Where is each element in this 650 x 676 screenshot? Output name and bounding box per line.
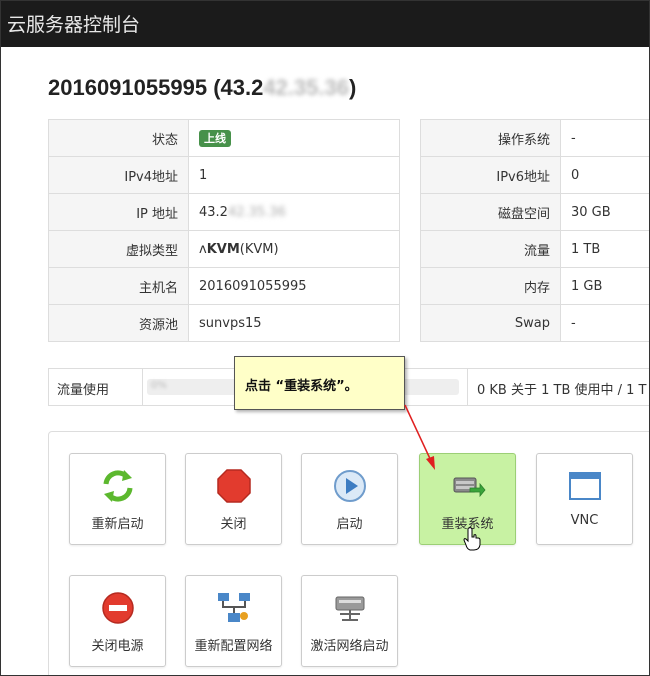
- info-value: sunvps15: [188, 304, 400, 342]
- info-key: 虚拟类型: [48, 230, 189, 268]
- console-title[interactable]: 云服务器控制台: [7, 10, 140, 37]
- info-key: 状态: [48, 119, 189, 157]
- page-title: 2016091055995 (43.242.35.36): [48, 75, 356, 101]
- reconfigure-network-button[interactable]: 重新配置网络: [185, 575, 282, 667]
- traffic-label: 流量使用: [57, 383, 110, 398]
- divider: [142, 369, 143, 405]
- activate-network-boot-button[interactable]: 激活网络启动: [301, 575, 398, 667]
- ip-value-redacted: 42.35.36: [227, 204, 286, 220]
- reinstall-icon: [453, 477, 486, 498]
- window-icon: [569, 472, 601, 500]
- info-key: 流量: [420, 230, 561, 268]
- ip-suffix: ): [348, 75, 357, 100]
- info-value: 1 GB: [560, 267, 649, 305]
- virt-prefix: ʌ: [199, 241, 207, 257]
- power-off-icon: [102, 592, 134, 624]
- info-row-os: 操作系统 -: [420, 119, 650, 157]
- action-label: 关闭: [220, 517, 247, 532]
- info-key: IP 地址: [48, 193, 189, 231]
- traffic-progress-text: 0%: [151, 380, 167, 391]
- action-label: 激活网络启动: [310, 639, 389, 654]
- info-row-ipv4: IPv4地址 1: [48, 156, 400, 194]
- info-value: -: [571, 130, 576, 146]
- info-value: 1: [188, 156, 400, 194]
- info-key: IPv6地址: [420, 156, 561, 194]
- info-value: 30 GB: [560, 193, 649, 231]
- restart-icon: [103, 470, 133, 502]
- info-key: 主机名: [48, 267, 189, 305]
- top-navbar: 云服务器控制台: [1, 1, 649, 47]
- info-key: IPv4地址: [48, 156, 189, 194]
- ip-value: 43.2: [199, 204, 228, 220]
- info-key: Swap: [420, 304, 561, 342]
- status-badge: 上线: [199, 130, 231, 147]
- info-row-bandwidth: 流量 1 TB: [420, 230, 649, 268]
- vnc-button[interactable]: VNC: [536, 453, 633, 545]
- info-row-hostname: 主机名 2016091055995: [48, 267, 400, 305]
- info-value: 0: [560, 156, 649, 194]
- info-row-pool: 资源池 sunvps15: [48, 304, 400, 342]
- server-info-table-left: 状态 上线 IPv4地址 1 IP 地址 43.242.35.36 虚拟类型 ʌ…: [48, 119, 400, 342]
- virt-type: KVM: [206, 241, 240, 257]
- network-boot-icon: [335, 596, 365, 621]
- info-key: 操作系统: [420, 119, 561, 157]
- info-row-ipv6: IPv6地址 0: [420, 156, 649, 194]
- info-row-ip: IP 地址 43.242.35.36: [48, 193, 400, 231]
- action-label: 关闭电源: [91, 639, 144, 654]
- action-label: VNC: [570, 513, 599, 528]
- info-value: ʌKVM(KVM): [188, 230, 400, 268]
- traffic-summary: 0 KB 关于 1 TB 使用中 / 1 T: [477, 383, 647, 398]
- callout-text: 点击 “重装系统”。: [245, 379, 358, 394]
- virt-detail: (KVM): [239, 241, 279, 257]
- info-key: 资源池: [48, 304, 189, 342]
- ip-redacted: 42.35.36: [263, 75, 349, 100]
- info-value: 2016091055995: [188, 267, 400, 305]
- hand-cursor-icon: [463, 527, 481, 551]
- restart-button[interactable]: 重新启动: [69, 453, 166, 545]
- window-frame: 云服务器控制台 2016091055995 (43.242.35.36) 状态 …: [0, 0, 650, 676]
- instruction-callout: 点击 “重装系统”。: [234, 356, 405, 410]
- info-row-status: 状态 上线: [48, 119, 400, 157]
- server-id: 2016091055995: [48, 75, 208, 100]
- network-icon: [218, 593, 250, 622]
- action-label: 重新启动: [91, 517, 144, 532]
- info-key: 磁盘空间: [420, 193, 561, 231]
- action-label: 启动: [336, 517, 363, 532]
- play-icon: [334, 470, 366, 502]
- stop-icon: [217, 469, 251, 503]
- server-info-table-right: 操作系统 - IPv6地址 0 磁盘空间 30 GB 流量 1 TB 内存 1 …: [420, 119, 650, 342]
- shutdown-button[interactable]: 关闭: [185, 453, 282, 545]
- start-button[interactable]: 启动: [301, 453, 398, 545]
- info-value: -: [560, 304, 649, 342]
- info-value: 43.242.35.36: [188, 193, 400, 231]
- info-row-disk: 磁盘空间 30 GB: [420, 193, 649, 231]
- info-value: 上线: [189, 120, 400, 157]
- info-value: 1 TB: [560, 230, 649, 268]
- ip-prefix: (43.2: [213, 75, 264, 100]
- info-key: 内存: [420, 267, 561, 305]
- divider: [467, 369, 468, 405]
- action-label: 重新配置网络: [194, 639, 273, 654]
- info-row-virt: 虚拟类型 ʌKVM(KVM): [48, 230, 400, 268]
- info-row-memory: 内存 1 GB: [420, 267, 649, 305]
- power-off-button[interactable]: 关闭电源: [69, 575, 166, 667]
- info-row-swap: Swap -: [420, 304, 649, 342]
